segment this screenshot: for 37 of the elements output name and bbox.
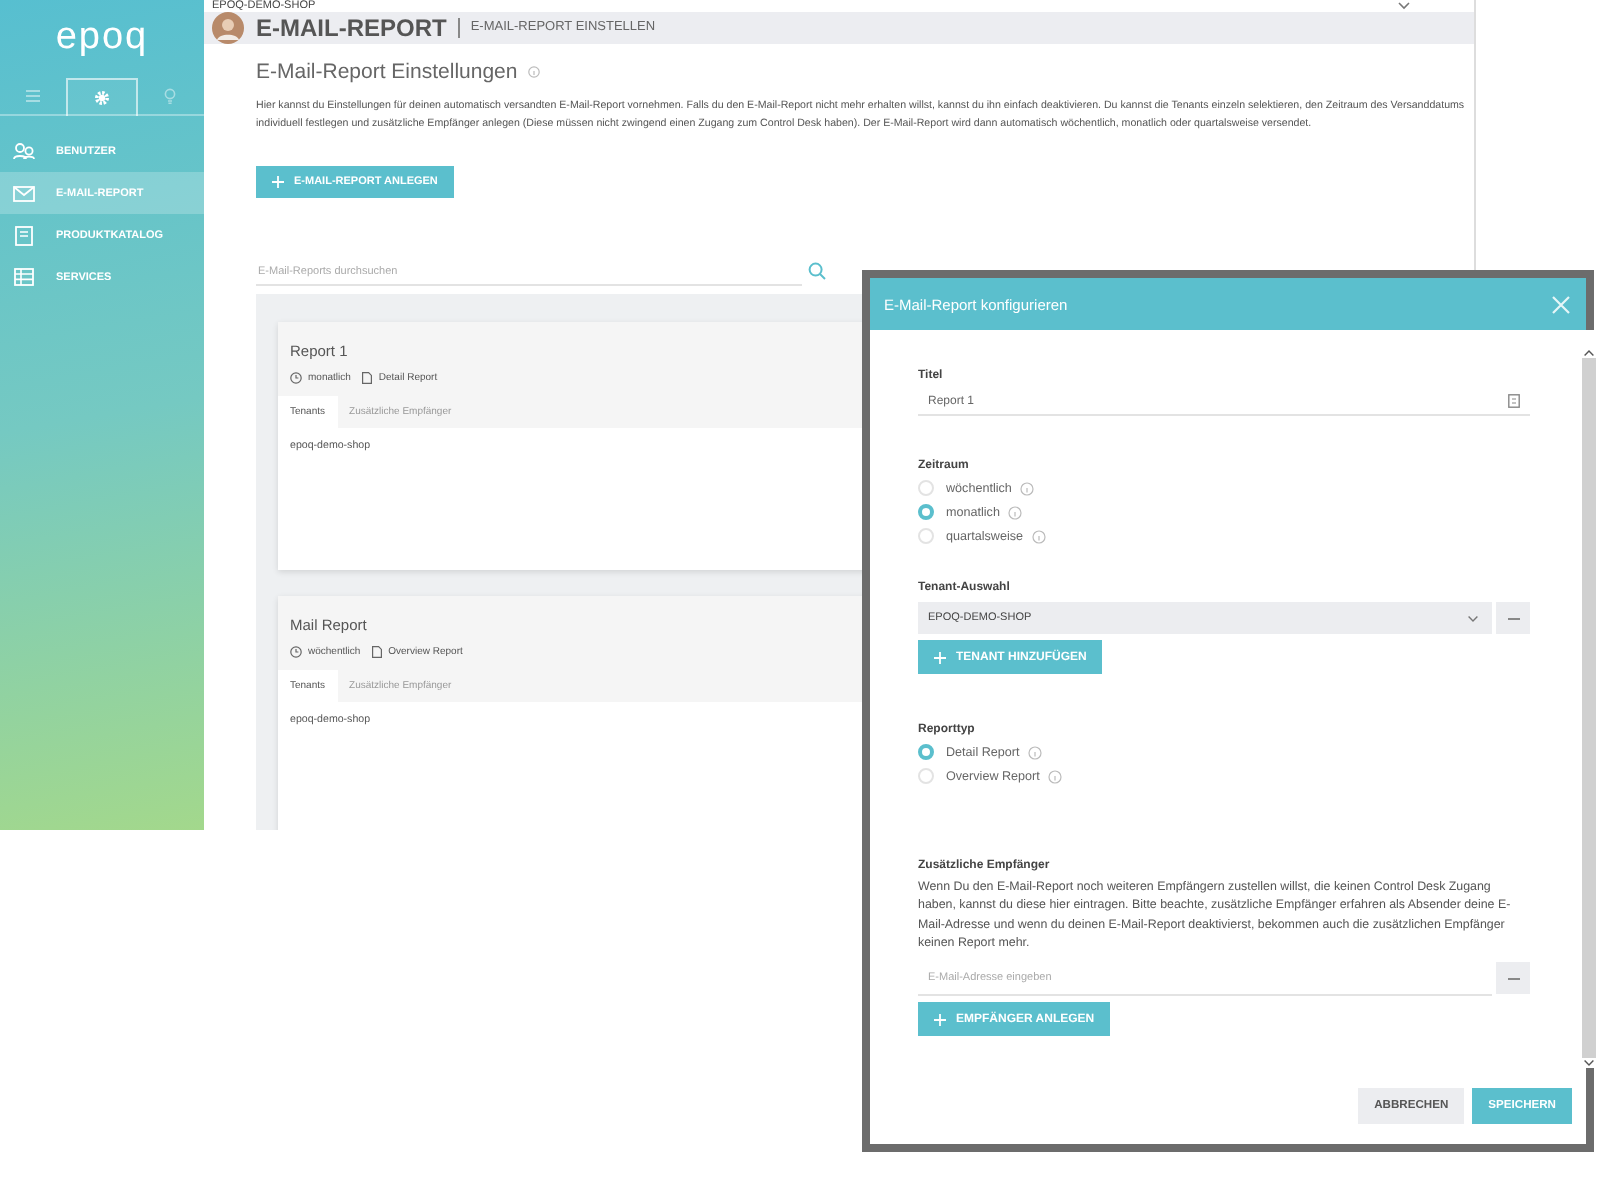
plus-icon (272, 176, 284, 188)
radio-button[interactable] (918, 744, 934, 760)
info-icon[interactable] (1047, 769, 1062, 783)
caret-icon[interactable] (1398, 2, 1410, 10)
sidebar-tab[interactable] (66, 78, 138, 116)
scroll-up-icon[interactable] (1582, 348, 1596, 358)
minus-icon (1507, 617, 1519, 619)
users-icon (12, 142, 36, 160)
info-icon[interactable] (1007, 505, 1022, 519)
clock-icon (290, 645, 302, 657)
minus-icon (1507, 977, 1519, 980)
bulb-icon (164, 88, 177, 104)
menu-icon (26, 90, 41, 102)
caret-icon (1468, 615, 1478, 621)
avatar[interactable] (212, 12, 244, 44)
scroll-down-icon[interactable] (1582, 1058, 1596, 1068)
document-icon (362, 372, 373, 384)
clock-icon (290, 372, 302, 384)
info-icon[interactable] (1027, 745, 1042, 759)
mail-icon (12, 185, 36, 201)
document-icon (372, 645, 383, 657)
section-heading: E-Mail-Report Einstellungen (256, 60, 518, 84)
info-icon[interactable] (1019, 481, 1034, 495)
search-icon[interactable] (808, 262, 826, 280)
plus-icon (934, 1013, 946, 1026)
close-icon[interactable] (1552, 295, 1570, 313)
remove-button[interactable] (1496, 962, 1530, 995)
book-icon (12, 225, 36, 245)
page-title: E-MAIL-REPORT (256, 14, 447, 42)
settings-icon (93, 90, 110, 106)
radio-button[interactable] (918, 504, 934, 520)
logo: epoq (55, 16, 149, 60)
table-icon (12, 268, 36, 286)
info-icon[interactable] (527, 66, 540, 78)
info-icon[interactable] (1031, 529, 1046, 543)
plus-icon (934, 651, 946, 663)
remove-button[interactable] (1496, 602, 1530, 634)
